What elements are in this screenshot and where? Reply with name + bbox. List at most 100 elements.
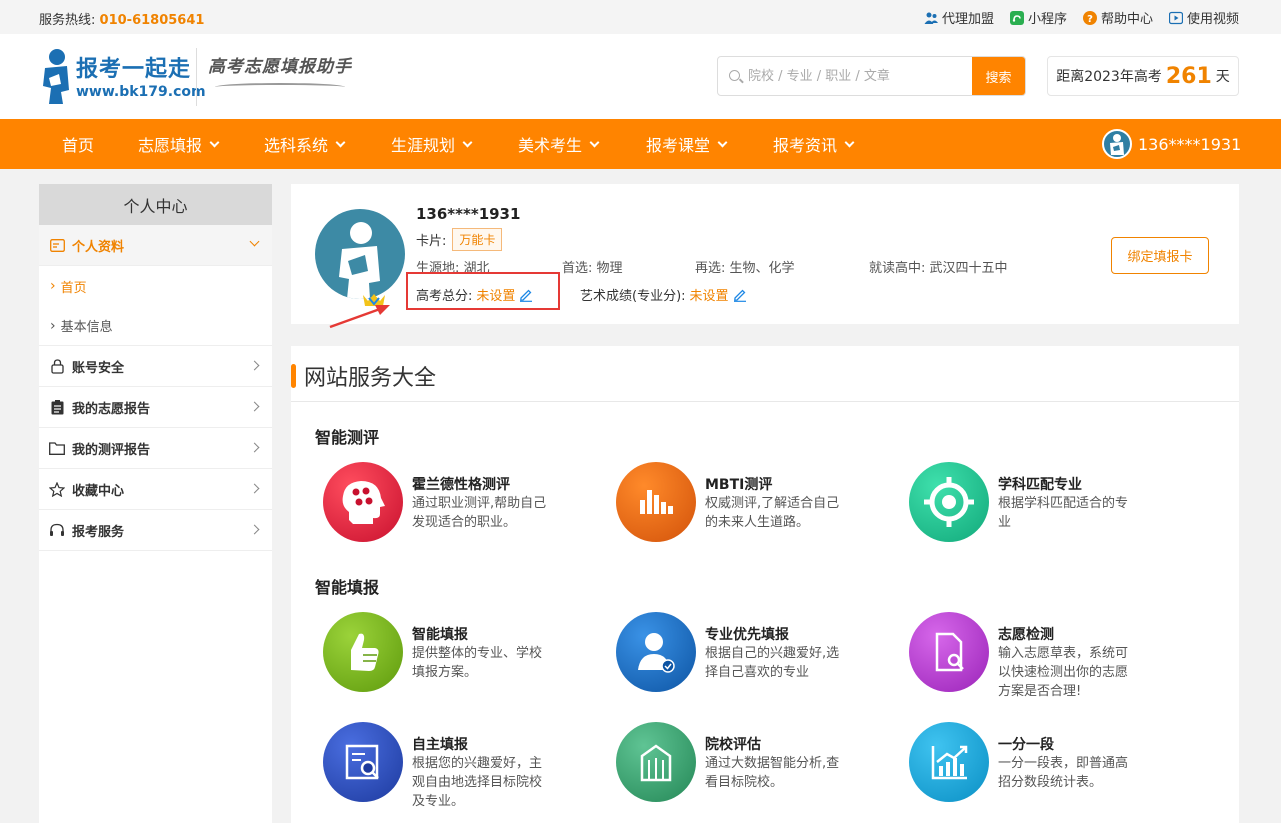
school-info: 就读高中: 武汉四十五中 bbox=[869, 257, 1008, 276]
holland-head-icon bbox=[323, 462, 403, 542]
top-link-help[interactable]: ? 帮助中心 bbox=[1082, 8, 1153, 27]
sidebar-item-assessment-reports[interactable]: 我的测评报告 bbox=[39, 428, 272, 469]
service-score-ranking[interactable]: 一分一段 一分一段表，即普通高招分数段统计表。 bbox=[901, 722, 1181, 804]
sidebar-section-label: 个人资料 bbox=[72, 239, 125, 255]
art-score-value[interactable]: 未设置 bbox=[690, 285, 729, 304]
search-input[interactable] bbox=[748, 57, 973, 95]
profile-username: 136****1931 bbox=[416, 205, 521, 223]
nav-user-menu[interactable]: 136****1931 bbox=[1102, 129, 1241, 159]
hotline: 服务热线: 010-61805641 bbox=[39, 9, 204, 28]
service-smart-application[interactable]: 智能填报 提供整体的专业、学校填报方案。 bbox=[315, 612, 595, 694]
search-box: 搜索 bbox=[717, 56, 1026, 96]
chevron-down-icon bbox=[462, 137, 473, 147]
sidebar: 个人中心 个人资料 首页 基本信息 账号安全 我的志愿报告 我的测评报告 收藏中… bbox=[39, 184, 272, 823]
nav-art-students[interactable]: 美术考生 bbox=[518, 119, 600, 169]
service-desc: 通过大数据智能分析,查看目标院校。 bbox=[705, 756, 840, 790]
school-value: 武汉四十五中 bbox=[929, 261, 1008, 276]
nav-label: 美术考生 bbox=[518, 136, 583, 155]
service-title: MBTI测评 bbox=[705, 477, 773, 493]
top-link-agent[interactable]: 代理加盟 bbox=[924, 8, 994, 27]
hotline-label: 服务热线: bbox=[39, 13, 96, 28]
service-subject-match[interactable]: 学科匹配专业 根据学科匹配适合的专业 bbox=[901, 462, 1181, 544]
service-title: 自主填报 bbox=[412, 737, 468, 753]
second-choice-label: 再选: bbox=[695, 261, 726, 276]
top-link-label: 代理加盟 bbox=[941, 12, 994, 27]
slogan-underline bbox=[215, 83, 345, 91]
top-link-label: 小程序 bbox=[1027, 12, 1067, 27]
art-score-label: 艺术成绩(专业分): bbox=[580, 289, 686, 304]
lock-icon bbox=[49, 358, 65, 374]
service-desc: 根据学科匹配适合的专业 bbox=[998, 496, 1129, 530]
avatar[interactable] bbox=[315, 209, 405, 299]
nav-application[interactable]: 志愿填报 bbox=[138, 119, 220, 169]
header: 报考一起走 www.bk179.com 高考志愿填报助手 搜索 距离2023年高… bbox=[0, 34, 1281, 119]
miniprogram-icon bbox=[1009, 10, 1024, 25]
sidebar-item-application-reports[interactable]: 我的志愿报告 bbox=[39, 387, 272, 428]
top-bar: 服务热线: 010-61805641 代理加盟 小程序 ? 帮助中心 使用视频 bbox=[0, 0, 1281, 34]
edit-pencil-icon[interactable] bbox=[733, 288, 747, 302]
hotline-number: 010-61805641 bbox=[99, 13, 205, 28]
sidebar-section-profile[interactable]: 个人资料 bbox=[39, 225, 272, 266]
doc-search-icon bbox=[909, 612, 989, 692]
chevron-right-icon bbox=[249, 401, 260, 412]
first-choice-info: 首选: 物理 bbox=[562, 257, 623, 276]
bar-chart-icon bbox=[616, 462, 696, 542]
target-icon bbox=[909, 462, 989, 542]
profile-card: 136****1931 卡片: 万能卡 生源地: 湖北 首选: 物理 再选: 生… bbox=[291, 184, 1239, 324]
nav-classroom[interactable]: 报考课堂 bbox=[646, 119, 728, 169]
services-panel: 网站服务大全 智能测评 霍兰德性格测评 通过职业测评,帮助自己发现适合的职业。 … bbox=[291, 346, 1239, 823]
list-search-icon bbox=[323, 722, 403, 802]
first-choice-value: 物理 bbox=[596, 261, 623, 276]
sidebar-item-account-security[interactable]: 账号安全 bbox=[39, 346, 272, 387]
thumbs-up-icon bbox=[323, 612, 403, 692]
service-mbti-test[interactable]: MBTI测评 权威测评,了解适合自己的未来人生道路。 bbox=[608, 462, 888, 544]
service-holland-test[interactable]: 霍兰德性格测评 通过职业测评,帮助自己发现适合的职业。 bbox=[315, 462, 595, 544]
top-link-label: 使用视频 bbox=[1186, 12, 1239, 27]
service-desc: 根据您的兴趣爱好，主观自由地选择目标院校及专业。 bbox=[412, 756, 543, 809]
service-application-check[interactable]: 志愿检测 输入志愿草表，系统可以快速检测出你的志愿方案是否合理! bbox=[901, 612, 1181, 699]
service-self-application[interactable]: 自主填报 根据您的兴趣爱好，主观自由地选择目标院校及专业。 bbox=[315, 722, 595, 809]
nav-subject-selection[interactable]: 选科系统 bbox=[264, 119, 346, 169]
service-desc: 提供整体的专业、学校填报方案。 bbox=[412, 646, 543, 680]
service-school-evaluation[interactable]: 院校评估 通过大数据智能分析,查看目标院校。 bbox=[608, 722, 888, 804]
service-title: 志愿检测 bbox=[998, 627, 1054, 643]
logo-title: 报考一起走 bbox=[76, 57, 192, 82]
countdown-days: 261 bbox=[1165, 63, 1212, 89]
chevron-right-icon bbox=[249, 524, 260, 535]
service-title: 智能填报 bbox=[412, 627, 468, 643]
nav-label: 选科系统 bbox=[264, 136, 329, 155]
nav-label: 志愿填报 bbox=[138, 136, 203, 155]
nav-label: 生涯规划 bbox=[391, 136, 456, 155]
nav-news[interactable]: 报考资讯 bbox=[773, 119, 855, 169]
sidebar-section-label: 账号安全 bbox=[72, 360, 125, 376]
sidebar-item-home[interactable]: 首页 bbox=[39, 266, 272, 306]
top-link-miniprogram[interactable]: 小程序 bbox=[1009, 8, 1067, 27]
service-major-priority[interactable]: 专业优先填报 根据自己的兴趣爱好,选择自己喜欢的专业 bbox=[608, 612, 888, 694]
nav-home[interactable]: 首页 bbox=[62, 119, 94, 169]
card-row: 卡片: 万能卡 bbox=[416, 228, 503, 251]
chevron-down-icon bbox=[589, 137, 600, 147]
chevron-down-icon bbox=[209, 137, 220, 147]
sidebar-item-basic-info[interactable]: 基本信息 bbox=[39, 306, 272, 346]
bind-card-button[interactable]: 绑定填报卡 bbox=[1111, 237, 1209, 274]
chevron-down-icon bbox=[249, 236, 260, 247]
building-icon bbox=[616, 722, 696, 802]
id-card-icon bbox=[49, 237, 65, 253]
nav-career-planning[interactable]: 生涯规划 bbox=[391, 119, 473, 169]
help-icon: ? bbox=[1082, 10, 1097, 25]
service-title: 院校评估 bbox=[705, 737, 761, 753]
card-label: 卡片: bbox=[416, 234, 447, 249]
group-title-assessment: 智能测评 bbox=[315, 428, 380, 447]
countdown-suffix: 天 bbox=[1215, 69, 1230, 85]
sidebar-item-favorites[interactable]: 收藏中心 bbox=[39, 469, 272, 510]
site-logo[interactable]: 报考一起走 www.bk179.com bbox=[39, 48, 206, 106]
service-desc: 通过职业测评,帮助自己发现适合的职业。 bbox=[412, 496, 547, 530]
top-link-video[interactable]: 使用视频 bbox=[1168, 8, 1239, 27]
service-title: 一分一段 bbox=[998, 737, 1054, 753]
sidebar-item-exam-services[interactable]: 报考服务 bbox=[39, 510, 272, 551]
divider bbox=[291, 401, 1239, 402]
sidebar-section-label: 报考服务 bbox=[72, 524, 125, 540]
search-button[interactable]: 搜索 bbox=[972, 57, 1025, 95]
main-nav: 首页 志愿填报 选科系统 生涯规划 美术考生 报考课堂 报考资讯 136****… bbox=[0, 119, 1281, 169]
second-choice-info: 再选: 生物、化学 bbox=[695, 257, 795, 276]
